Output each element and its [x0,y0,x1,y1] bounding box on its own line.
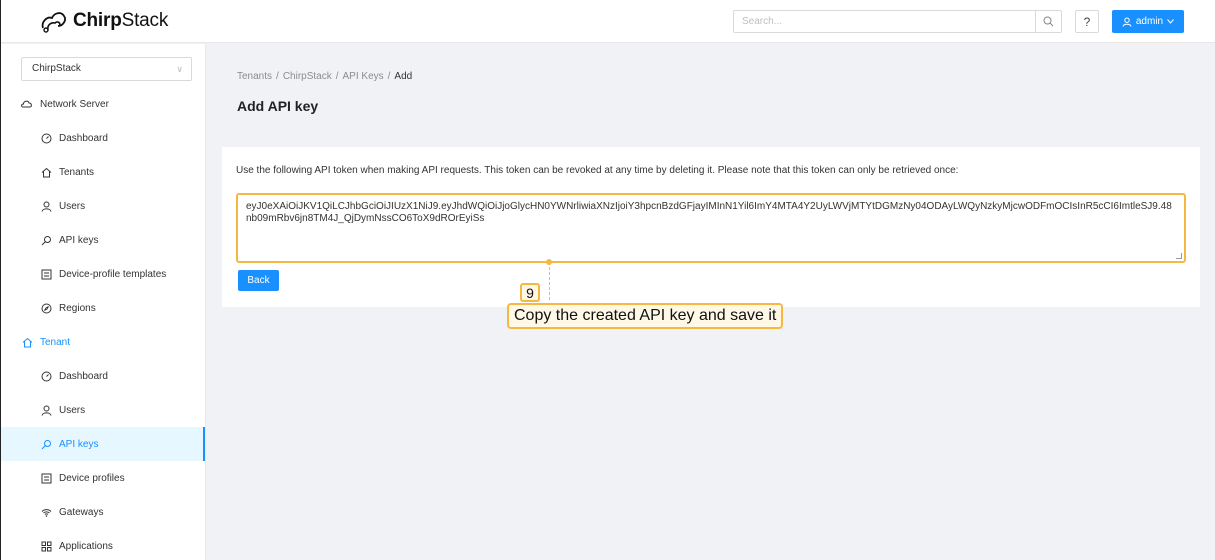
annotation-anchor-dot [546,259,552,265]
sidebar-item-label: API keys [59,234,99,246]
home-icon [40,166,52,178]
chirpstack-logo[interactable]: ChirpStack [39,8,168,34]
home-icon [21,336,33,348]
breadcrumb-add: Add [394,71,413,82]
sidebar-item-label: Users [59,404,86,416]
chevron-down-icon: ∨ [176,64,183,74]
help-label: ? [1083,14,1091,29]
search-box [733,10,1062,33]
logo-text: ChirpStack [73,10,169,31]
sidebar-item-label: API keys [59,438,99,450]
breadcrumb-tenants[interactable]: Tenants [237,71,272,82]
sidebar-item-label: Dashboard [59,132,108,144]
search-icon [1043,16,1054,27]
sidebar-item-device-profile-templates[interactable]: Device-profile templates [1,257,205,291]
user-label: admin [1135,16,1164,27]
user-icon [40,200,52,212]
sidebar-item-label: Tenants [59,166,95,178]
apps-icon [40,540,52,552]
chirpstack-logo-icon [41,12,66,33]
breadcrumb: Tenants / ChirpStack / API Keys / Add [237,71,413,82]
sidebar-item-label: Regions [59,302,96,314]
annotation-connector [549,262,550,300]
app-root: ChirpStack ? admin ChirpStack ∨ Network … [0,0,1215,560]
cloud-icon [21,98,33,110]
annotation-step-number: 9 [520,283,540,302]
sidebar-item-label: Users [59,200,86,212]
user-menu-button[interactable]: admin [1112,10,1184,33]
dashboard-icon [40,132,52,144]
sidebar-item-ns-dashboard[interactable]: Dashboard [1,121,205,155]
sidebar-item-ns-users[interactable]: Users [1,189,205,223]
menu-group-label: Tenant [40,336,71,348]
sidebar-item-label: Gateways [59,506,104,518]
compass-icon [40,302,52,314]
sidebar-item-tenant-api-keys[interactable]: API keys [1,427,205,461]
sidebar-item-gateways[interactable]: Gateways [1,495,205,529]
profile-icon [40,472,52,484]
breadcrumb-api-keys[interactable]: API Keys [343,71,384,82]
sidebar-item-tenant-dashboard[interactable]: Dashboard [1,359,205,393]
top-header: ChirpStack ? admin [1,0,1215,43]
key-icon [40,234,52,246]
sidebar-item-device-profiles[interactable]: Device profiles [1,461,205,495]
annotation-callout: Copy the created API key and save it [507,303,784,329]
menu-group-tenant[interactable]: Tenant [1,325,205,359]
key-icon [40,438,52,450]
template-icon [40,268,52,280]
page-title: Add API key [237,98,319,114]
sidebar: ChirpStack ∨ Network Server Dashboard Te… [1,44,206,560]
search-input[interactable] [734,11,1036,32]
api-token-value: eyJ0eXAiOiJKV1QiLCJhbGciOiJIUzX1NiJ9.eyJ… [246,201,1172,224]
wifi-icon [40,506,52,518]
sidebar-item-applications[interactable]: Applications [1,529,205,560]
sidebar-item-regions[interactable]: Regions [1,291,205,325]
chevron-down-icon [1167,19,1175,24]
sidebar-item-label: Device-profile templates [59,268,167,280]
sidebar-item-tenant-users[interactable]: Users [1,393,205,427]
sidebar-item-ns-api-keys[interactable]: API keys [1,223,205,257]
user-icon [40,404,52,416]
sidebar-item-tenants[interactable]: Tenants [1,155,205,189]
api-token-card: Use the following API token when making … [222,147,1200,307]
api-token-textarea[interactable]: eyJ0eXAiOiJKV1QiLCJhbGciOiJIUzX1NiJ9.eyJ… [236,193,1186,263]
help-button[interactable]: ? [1075,10,1099,33]
menu-group-network-server[interactable]: Network Server [1,87,205,121]
back-label: Back [247,275,270,286]
sidebar-item-label: Dashboard [59,370,108,382]
tenant-select[interactable]: ChirpStack ∨ [21,57,192,81]
search-button[interactable] [1035,11,1061,32]
sidebar-item-label: Applications [59,540,113,552]
tenant-select-value: ChirpStack [32,63,81,74]
breadcrumb-chirpstack[interactable]: ChirpStack [283,71,332,82]
sidebar-item-label: Device profiles [59,472,125,484]
user-icon [1122,17,1132,27]
dashboard-icon [40,370,52,382]
resize-handle-icon[interactable] [1176,253,1182,259]
back-button[interactable]: Back [238,270,279,291]
token-description: Use the following API token when making … [236,165,959,176]
menu-group-label: Network Server [40,98,109,110]
